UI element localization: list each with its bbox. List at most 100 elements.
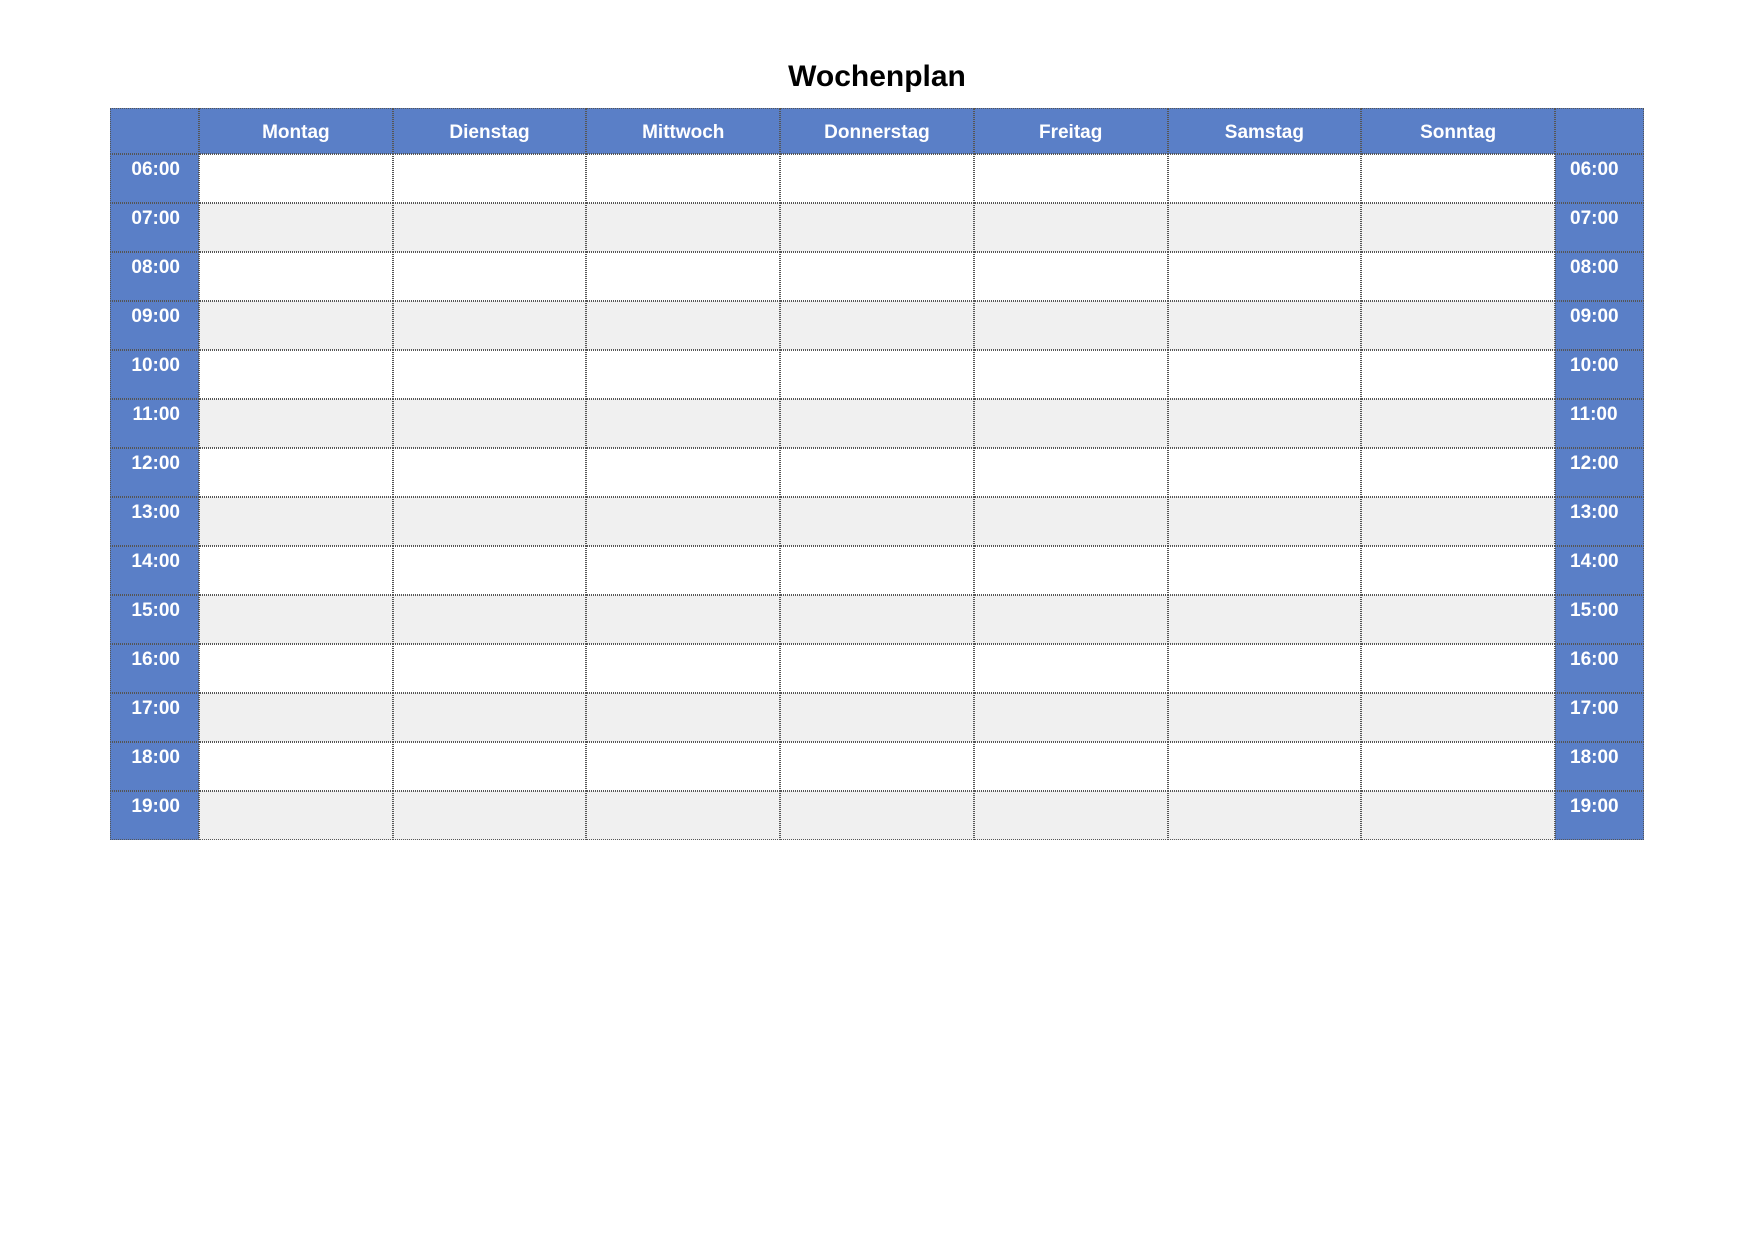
schedule-cell[interactable] [974,693,1168,742]
schedule-cell[interactable] [780,791,974,840]
schedule-cell[interactable] [393,448,587,497]
schedule-cell[interactable] [586,252,780,301]
schedule-cell[interactable] [199,644,393,693]
schedule-cell[interactable] [780,595,974,644]
schedule-cell[interactable] [393,399,587,448]
schedule-cell[interactable] [199,448,393,497]
schedule-cell[interactable] [586,350,780,399]
schedule-cell[interactable] [393,595,587,644]
schedule-cell[interactable] [974,203,1168,252]
schedule-cell[interactable] [199,203,393,252]
schedule-cell[interactable] [780,203,974,252]
schedule-cell[interactable] [780,252,974,301]
schedule-cell[interactable] [586,644,780,693]
schedule-cell[interactable] [1361,497,1555,546]
schedule-cell[interactable] [780,644,974,693]
schedule-cell[interactable] [586,497,780,546]
schedule-cell[interactable] [974,644,1168,693]
schedule-cell[interactable] [974,595,1168,644]
schedule-cell[interactable] [586,154,780,203]
schedule-cell[interactable] [393,350,587,399]
schedule-cell[interactable] [1168,301,1362,350]
schedule-cell[interactable] [393,693,587,742]
schedule-cell[interactable] [974,301,1168,350]
schedule-cell[interactable] [199,350,393,399]
schedule-cell[interactable] [780,154,974,203]
schedule-cell[interactable] [1168,399,1362,448]
schedule-cell[interactable] [780,693,974,742]
schedule-cell[interactable] [199,301,393,350]
schedule-cell[interactable] [974,350,1168,399]
schedule-cell[interactable] [1361,693,1555,742]
schedule-cell[interactable] [199,399,393,448]
schedule-cell[interactable] [1168,203,1362,252]
schedule-cell[interactable] [974,742,1168,791]
schedule-cell[interactable] [199,154,393,203]
schedule-cell[interactable] [586,595,780,644]
schedule-cell[interactable] [586,203,780,252]
schedule-cell[interactable] [1361,791,1555,840]
schedule-cell[interactable] [780,399,974,448]
schedule-cell[interactable] [199,742,393,791]
schedule-cell[interactable] [393,154,587,203]
schedule-cell[interactable] [974,448,1168,497]
schedule-cell[interactable] [1361,595,1555,644]
schedule-cell[interactable] [1168,252,1362,301]
schedule-cell[interactable] [393,203,587,252]
schedule-cell[interactable] [1361,742,1555,791]
schedule-cell[interactable] [1361,644,1555,693]
schedule-cell[interactable] [1361,203,1555,252]
schedule-cell[interactable] [1361,350,1555,399]
header-day-tuesday: Dienstag [393,108,587,154]
schedule-cell[interactable] [1361,546,1555,595]
schedule-cell[interactable] [780,742,974,791]
schedule-cell[interactable] [1361,154,1555,203]
schedule-cell[interactable] [1361,301,1555,350]
schedule-cell[interactable] [1168,448,1362,497]
schedule-cell[interactable] [780,546,974,595]
schedule-cell[interactable] [586,742,780,791]
schedule-cell[interactable] [393,546,587,595]
schedule-cell[interactable] [393,791,587,840]
schedule-cell[interactable] [780,301,974,350]
schedule-cell[interactable] [393,742,587,791]
schedule-cell[interactable] [974,399,1168,448]
time-label-right: 19:00 [1555,791,1644,840]
schedule-cell[interactable] [974,154,1168,203]
schedule-cell[interactable] [974,791,1168,840]
schedule-cell[interactable] [1168,546,1362,595]
schedule-cell[interactable] [1361,399,1555,448]
schedule-cell[interactable] [1168,742,1362,791]
schedule-cell[interactable] [393,497,587,546]
schedule-cell[interactable] [586,448,780,497]
schedule-cell[interactable] [1168,595,1362,644]
schedule-cell[interactable] [586,399,780,448]
schedule-cell[interactable] [1168,497,1362,546]
schedule-cell[interactable] [974,546,1168,595]
schedule-cell[interactable] [393,301,587,350]
schedule-cell[interactable] [1168,350,1362,399]
schedule-cell[interactable] [199,791,393,840]
schedule-cell[interactable] [199,546,393,595]
schedule-cell[interactable] [199,595,393,644]
schedule-cell[interactable] [1168,693,1362,742]
schedule-cell[interactable] [199,693,393,742]
schedule-cell[interactable] [393,644,587,693]
schedule-cell[interactable] [1168,644,1362,693]
schedule-cell[interactable] [1168,154,1362,203]
schedule-cell[interactable] [1361,252,1555,301]
schedule-cell[interactable] [586,791,780,840]
schedule-cell[interactable] [780,350,974,399]
schedule-cell[interactable] [780,497,974,546]
schedule-cell[interactable] [974,497,1168,546]
schedule-cell[interactable] [974,252,1168,301]
schedule-cell[interactable] [199,497,393,546]
schedule-cell[interactable] [199,252,393,301]
schedule-cell[interactable] [586,693,780,742]
schedule-cell[interactable] [780,448,974,497]
schedule-cell[interactable] [1361,448,1555,497]
schedule-cell[interactable] [1168,791,1362,840]
schedule-cell[interactable] [393,252,587,301]
schedule-cell[interactable] [586,301,780,350]
schedule-cell[interactable] [586,546,780,595]
